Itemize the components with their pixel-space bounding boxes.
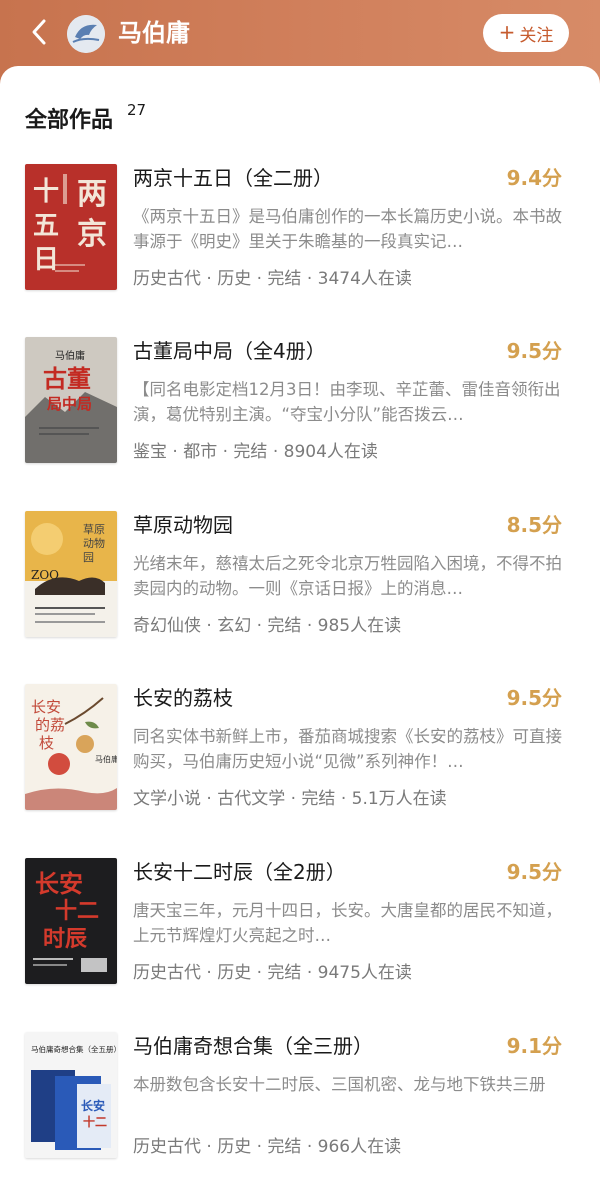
cover-art: 草原 动物 园 ZOO (25, 511, 117, 637)
svg-text:园: 园 (83, 551, 94, 564)
book-meta: 历史古代 · 历史 · 完结 · 3474人在读 (133, 269, 412, 289)
book-title: 草原动物园 (133, 513, 233, 537)
book-cover[interactable]: 长安 十二 时辰 (25, 858, 117, 984)
book-description: 唐天宝三年，元月十四日，长安。大唐皇都的居民不知道，上元节辉煌灯火亮起之时… (133, 901, 562, 945)
book-description: 本册数包含长安十二时辰、三国机密、龙与地下铁共三册 (133, 1075, 546, 1094)
book-cover[interactable]: 十 五 日 两 京 (25, 164, 117, 290)
book-rating: 9.4分 (506, 166, 562, 190)
svg-text:十: 十 (33, 177, 59, 207)
svg-text:京: 京 (77, 217, 107, 252)
book-cover[interactable]: 长安 的荔 枝 马伯庸 (25, 684, 117, 810)
works-panel: 全部作品 27 十 五 日 两 京 两京十五日（全二册） 9.4分 《两京十五日… (0, 66, 600, 1185)
plus-icon: + (498, 20, 516, 44)
book-rating: 9.5分 (506, 686, 562, 710)
svg-text:十二: 十二 (55, 898, 99, 924)
svg-text:十二: 十二 (83, 1114, 107, 1129)
book-title: 马伯庸奇想合集（全三册） (133, 1034, 373, 1058)
book-item[interactable]: 长安 的荔 枝 马伯庸 长安的荔枝 9.5分 同名实体书新鲜上市，番茄商城搜索《… (0, 684, 600, 814)
works-count: 27 (127, 101, 147, 119)
svg-text:局中局: 局中局 (46, 395, 92, 413)
book-meta: 历史古代 · 历史 · 完结 · 966人在读 (133, 1137, 402, 1157)
book-cover[interactable]: 马伯庸 古董 局中局 (25, 337, 117, 463)
svg-text:马伯庸: 马伯庸 (55, 349, 85, 362)
chevron-left-icon (32, 19, 46, 45)
svg-text:动物: 动物 (83, 536, 105, 550)
author-name: 马伯庸 (118, 19, 190, 47)
book-meta: 鉴宝 · 都市 · 完结 · 8904人在读 (133, 442, 378, 462)
svg-text:长安: 长安 (31, 698, 61, 716)
svg-text:五: 五 (33, 211, 59, 241)
follow-button[interactable]: + 关注 (483, 14, 569, 52)
book-rating: 8.5分 (506, 513, 562, 537)
book-item[interactable]: 十 五 日 两 京 两京十五日（全二册） 9.4分 《两京十五日》是马伯庸创作的… (0, 164, 600, 294)
book-title: 两京十五日（全二册） (133, 166, 333, 190)
svg-text:长安: 长安 (81, 1098, 105, 1113)
cover-title-text: 马伯庸奇想合集（全五册） (31, 1044, 117, 1054)
book-title: 长安十二时辰（全2册） (133, 860, 346, 884)
cover-art: 长安 的荔 枝 马伯庸 (25, 684, 117, 810)
book-meta: 历史古代 · 历史 · 完结 · 9475人在读 (133, 963, 412, 983)
cover-art: 十 五 日 两 京 (25, 164, 117, 290)
svg-text:ZOO: ZOO (31, 568, 59, 582)
book-item[interactable]: 长安 十二 时辰 长安十二时辰（全2册） 9.5分 唐天宝三年，元月十四日，长安… (0, 858, 600, 988)
book-title: 古董局中局（全4册） (133, 339, 326, 363)
svg-text:古董: 古董 (43, 364, 91, 393)
cover-art: 长安 十二 时辰 (25, 858, 117, 984)
svg-text:的荔: 的荔 (35, 716, 65, 734)
book-description: 《两京十五日》是马伯庸创作的一本长篇历史小说。本书故事源于《明史》里关于朱瞻基的… (133, 207, 562, 251)
svg-text:时辰: 时辰 (43, 926, 87, 952)
book-cover[interactable]: 草原 动物 园 ZOO (25, 511, 117, 637)
book-meta: 奇幻仙侠 · 玄幻 · 完结 · 985人在读 (133, 616, 402, 636)
feather-icon (67, 15, 105, 53)
svg-text:两: 两 (77, 177, 107, 212)
svg-text:枝: 枝 (39, 734, 54, 752)
cover-art: 马伯庸 古董 局中局 (25, 337, 117, 463)
back-button[interactable] (24, 16, 54, 48)
section-title: 全部作品 (25, 108, 114, 133)
book-title: 长安的荔枝 (133, 686, 233, 710)
book-item[interactable]: 马伯庸 古董 局中局 古董局中局（全4册） 9.5分 【同名电影定档12月3日！… (0, 337, 600, 467)
book-rating: 9.5分 (506, 860, 562, 884)
book-rating: 9.1分 (506, 1034, 562, 1058)
book-description: 【同名电影定档12月3日！由李现、辛芷蕾、雷佳音领衔出演，葛优特别主演。“夺宝小… (133, 380, 561, 424)
book-cover[interactable]: 马伯庸奇想合集（全五册） 长安 十二 (25, 1032, 117, 1158)
svg-text:马伯庸: 马伯庸 (95, 754, 117, 764)
book-description: 同名实体书新鲜上市，番茄商城搜索《长安的荔枝》可直接购买，马伯庸历史短小说“见微… (133, 727, 562, 771)
follow-label: 关注 (519, 25, 554, 46)
svg-text:长安: 长安 (35, 869, 83, 898)
author-avatar[interactable] (67, 15, 105, 53)
svg-text:草原: 草原 (83, 523, 105, 536)
book-item[interactable]: 马伯庸奇想合集（全五册） 长安 十二 马伯庸奇想合集（全三册） 9.1分 本册数… (0, 1032, 600, 1162)
book-meta: 文学小说 · 古代文学 · 完结 · 5.1万人在读 (133, 789, 447, 809)
book-item[interactable]: 草原 动物 园 ZOO 草原动物园 8.5分 光绪末年，慈禧太后之死令北京万牲园… (0, 511, 600, 641)
cover-art: 马伯庸奇想合集（全五册） 长安 十二 (25, 1032, 117, 1158)
book-description: 光绪末年，慈禧太后之死令北京万牲园陷入困境，不得不拍卖园内的动物。一则《京话日报… (133, 554, 562, 598)
book-rating: 9.5分 (506, 339, 562, 363)
